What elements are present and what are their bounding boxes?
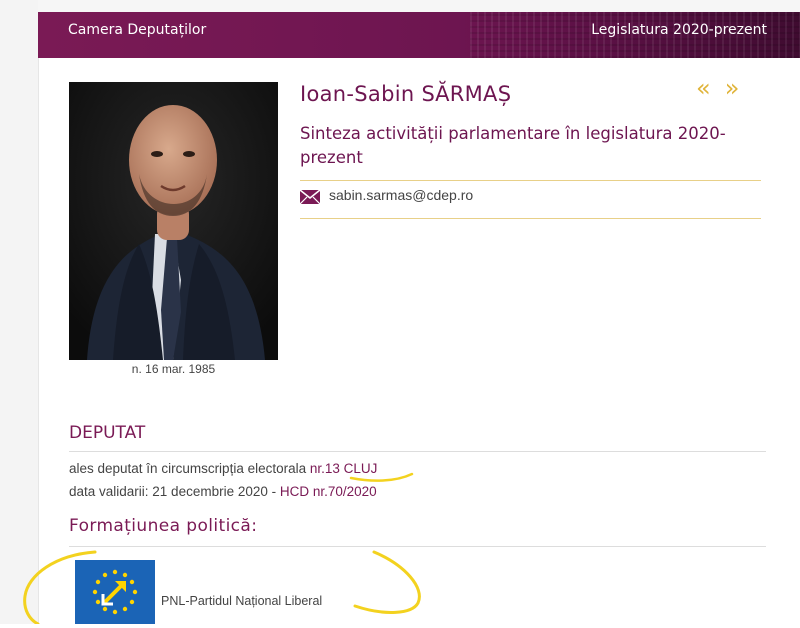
portrait-image	[69, 82, 278, 360]
validation-text: data validarii: 21 decembrie 2020 -	[69, 484, 280, 499]
envelope-icon	[300, 190, 320, 204]
divider	[69, 451, 766, 452]
election-text: ales deputat în circumscripția electoral…	[69, 461, 310, 476]
birth-date: n. 16 mar. 1985	[131, 362, 216, 376]
party-section-title: Formațiunea politică:	[69, 516, 258, 536]
activity-summary-link[interactable]: Sinteza activității parlamentare în legi…	[300, 122, 760, 170]
validation-link[interactable]: HCD nr.70/2020	[280, 484, 377, 499]
email-link[interactable]: sabin.sarmas@cdep.ro	[329, 187, 473, 203]
legislature-label: Legislatura 2020-prezent	[591, 22, 767, 38]
deputy-photo	[69, 82, 278, 360]
party-name: PNL-Partidul Național Liberal	[161, 594, 323, 608]
election-info: ales deputat în circumscripția electoral…	[69, 461, 377, 476]
validation-info: data validarii: 21 decembrie 2020 - HCD …	[69, 484, 377, 499]
divider	[300, 180, 761, 181]
mandate-title: DEPUTAT	[69, 423, 146, 443]
party-logo[interactable]	[75, 560, 155, 624]
previous-profile-button[interactable]: «	[696, 74, 725, 102]
divider	[300, 218, 761, 219]
header-banner: Camera Deputaților Legislatura 2020-prez…	[38, 12, 800, 58]
profile-navigation: «»	[696, 74, 753, 102]
district-link[interactable]: nr.13 CLUJ	[310, 461, 378, 476]
browser-top-edge	[0, 0, 800, 12]
divider	[69, 546, 766, 547]
deputy-name: Ioan-Sabin SĂRMAȘ	[300, 82, 512, 106]
next-profile-button[interactable]: »	[725, 74, 754, 102]
page-left-margin	[0, 0, 38, 624]
pnl-logo-icon	[75, 560, 155, 624]
site-title-link[interactable]: Camera Deputaților	[68, 22, 206, 38]
